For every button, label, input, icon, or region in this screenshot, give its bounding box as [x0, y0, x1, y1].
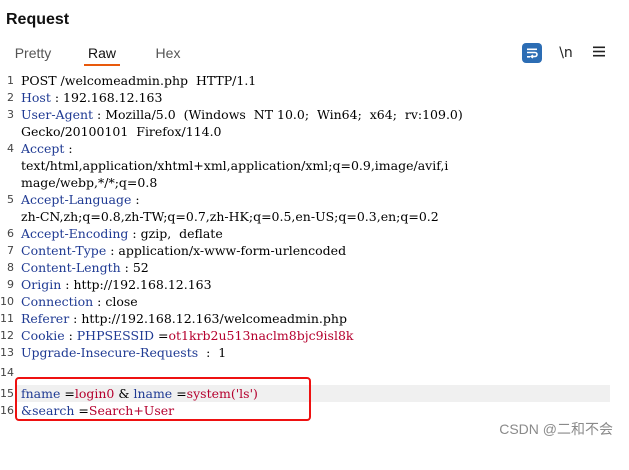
line-number: 5 — [7, 193, 14, 206]
line-number: 6 — [7, 227, 14, 240]
menu-button[interactable] — [589, 43, 609, 63]
header-value-cont: Gecko/20100101 Firefox/114.0 — [21, 124, 222, 139]
menu-icon — [593, 45, 605, 61]
editor-line: 6 Accept-Encoding : gzip, deflate — [0, 225, 629, 242]
header-value: 52 — [132, 260, 149, 275]
line-number: 14 — [0, 366, 14, 379]
tab-pretty[interactable]: Pretty — [10, 42, 56, 64]
editor-line: 9 Origin : http://192.168.12.163 — [0, 276, 629, 293]
editor-line: 12 Cookie : PHPSESSID =ot1krb2u513naclm8… — [0, 327, 629, 344]
editor-line: 8 Content-Length : 52 — [0, 259, 629, 276]
header-name: User-Agent — [21, 107, 94, 122]
line-number: 1 — [7, 74, 14, 87]
header-value: 192.168.12.163 — [63, 90, 163, 105]
cookie-name: PHPSESSID — [76, 328, 155, 343]
editor-line: zh-CN,zh;q=0.8,zh-TW;q=0.7,zh-HK;q=0.5,e… — [0, 208, 629, 225]
line-number: 7 — [7, 244, 14, 257]
header-name: Upgrade-Insecure-Requests — [21, 345, 199, 360]
line-number: 16 — [0, 404, 14, 417]
header-value: Mozilla/5.0 (Windows NT 10.0; Win64; x64… — [105, 107, 463, 122]
header-sep: : — [120, 260, 133, 275]
cookie-value: ot1krb2u513naclm8bjc9isl8k — [168, 328, 354, 343]
cookie-equals: = — [154, 328, 169, 343]
header-sep: : — [198, 345, 219, 360]
header-name: Host — [21, 90, 51, 105]
editor-line: 13 Upgrade-Insecure-Requests : 1 — [0, 344, 629, 361]
header-name: Content-Length — [21, 260, 121, 275]
header-name: Referer — [21, 311, 70, 326]
line-number: 8 — [7, 261, 14, 274]
editor-line: mage/webp,*/*;q=0.8 — [0, 174, 629, 191]
panel-title: Request — [6, 11, 70, 28]
tab-hex[interactable]: Hex — [150, 42, 186, 64]
line-number: 12 — [0, 329, 14, 342]
header-sep: : — [64, 328, 77, 343]
header-value-cont: text/html,application/xhtml+xml,applicat… — [21, 158, 449, 173]
wrap-lines-icon — [526, 47, 538, 59]
header-sep: : — [106, 243, 119, 258]
editor-line: 2 Host : 192.168.12.163 — [0, 89, 629, 106]
line-number: 3 — [7, 108, 14, 121]
editor-line: 1 POST /welcomeadmin.php HTTP/1.1 — [0, 72, 629, 89]
header-sep: : — [131, 192, 140, 207]
header-sep: : — [128, 226, 141, 241]
header-sep: : — [69, 311, 82, 326]
editor-line: 11 Referer : http://192.168.12.163/welco… — [0, 310, 629, 327]
editor-line: 4 Accept : — [0, 140, 629, 157]
editor-line: Gecko/20100101 Firefox/114.0 — [0, 123, 629, 140]
editor-line: 10 Connection : close — [0, 293, 629, 310]
tab-raw[interactable]: Raw — [84, 42, 120, 66]
header-value-cont: zh-CN,zh;q=0.8,zh-TW;q=0.7,zh-HK;q=0.5,e… — [21, 209, 439, 224]
line-number: 2 — [7, 91, 14, 104]
header-sep: : — [61, 277, 74, 292]
line-number: 13 — [0, 346, 14, 359]
header-name: Connection — [21, 294, 94, 309]
editor-line: 5 Accept-Language : — [0, 191, 629, 208]
line-number: 4 — [7, 142, 14, 155]
editor-line: 7 Content-Type : application/x-www-form-… — [0, 242, 629, 259]
header-value: http://192.168.12.163/welcomeadmin.php — [81, 311, 347, 326]
line-number: 9 — [7, 278, 14, 291]
wrap-lines-button[interactable] — [522, 43, 542, 63]
header-value: close — [105, 294, 138, 309]
header-name: Accept-Encoding — [21, 226, 129, 241]
editor-line: 3 User-Agent : Mozilla/5.0 (Windows NT 1… — [0, 106, 629, 123]
header-sep: : — [93, 294, 106, 309]
show-newlines-button[interactable]: \n — [556, 43, 576, 63]
header-name: Content-Type — [21, 243, 107, 258]
header-sep: : — [64, 141, 73, 156]
watermark: CSDN @二和不会 — [499, 421, 613, 437]
header-value: gzip, deflate — [140, 226, 223, 241]
header-sep: : — [93, 107, 106, 122]
line-number: 11 — [0, 312, 14, 325]
header-name: Origin — [21, 277, 62, 292]
header-value: 1 — [218, 345, 227, 360]
line-number: 10 — [0, 295, 14, 308]
header-value-cont: mage/webp,*/*;q=0.8 — [21, 175, 158, 190]
header-name: Accept-Language — [21, 192, 132, 207]
line-number: 15 — [0, 387, 14, 400]
header-value: http://192.168.12.163 — [73, 277, 212, 292]
header-name: Accept — [21, 141, 65, 156]
editor-line: text/html,application/xhtml+xml,applicat… — [0, 157, 629, 174]
request-line: POST /welcomeadmin.php HTTP/1.1 — [21, 73, 257, 88]
header-sep: : — [50, 90, 64, 105]
header-value: application/x-www-form-urlencoded — [118, 243, 347, 258]
header-name: Cookie — [21, 328, 65, 343]
annotation-highlight-box — [15, 377, 311, 421]
